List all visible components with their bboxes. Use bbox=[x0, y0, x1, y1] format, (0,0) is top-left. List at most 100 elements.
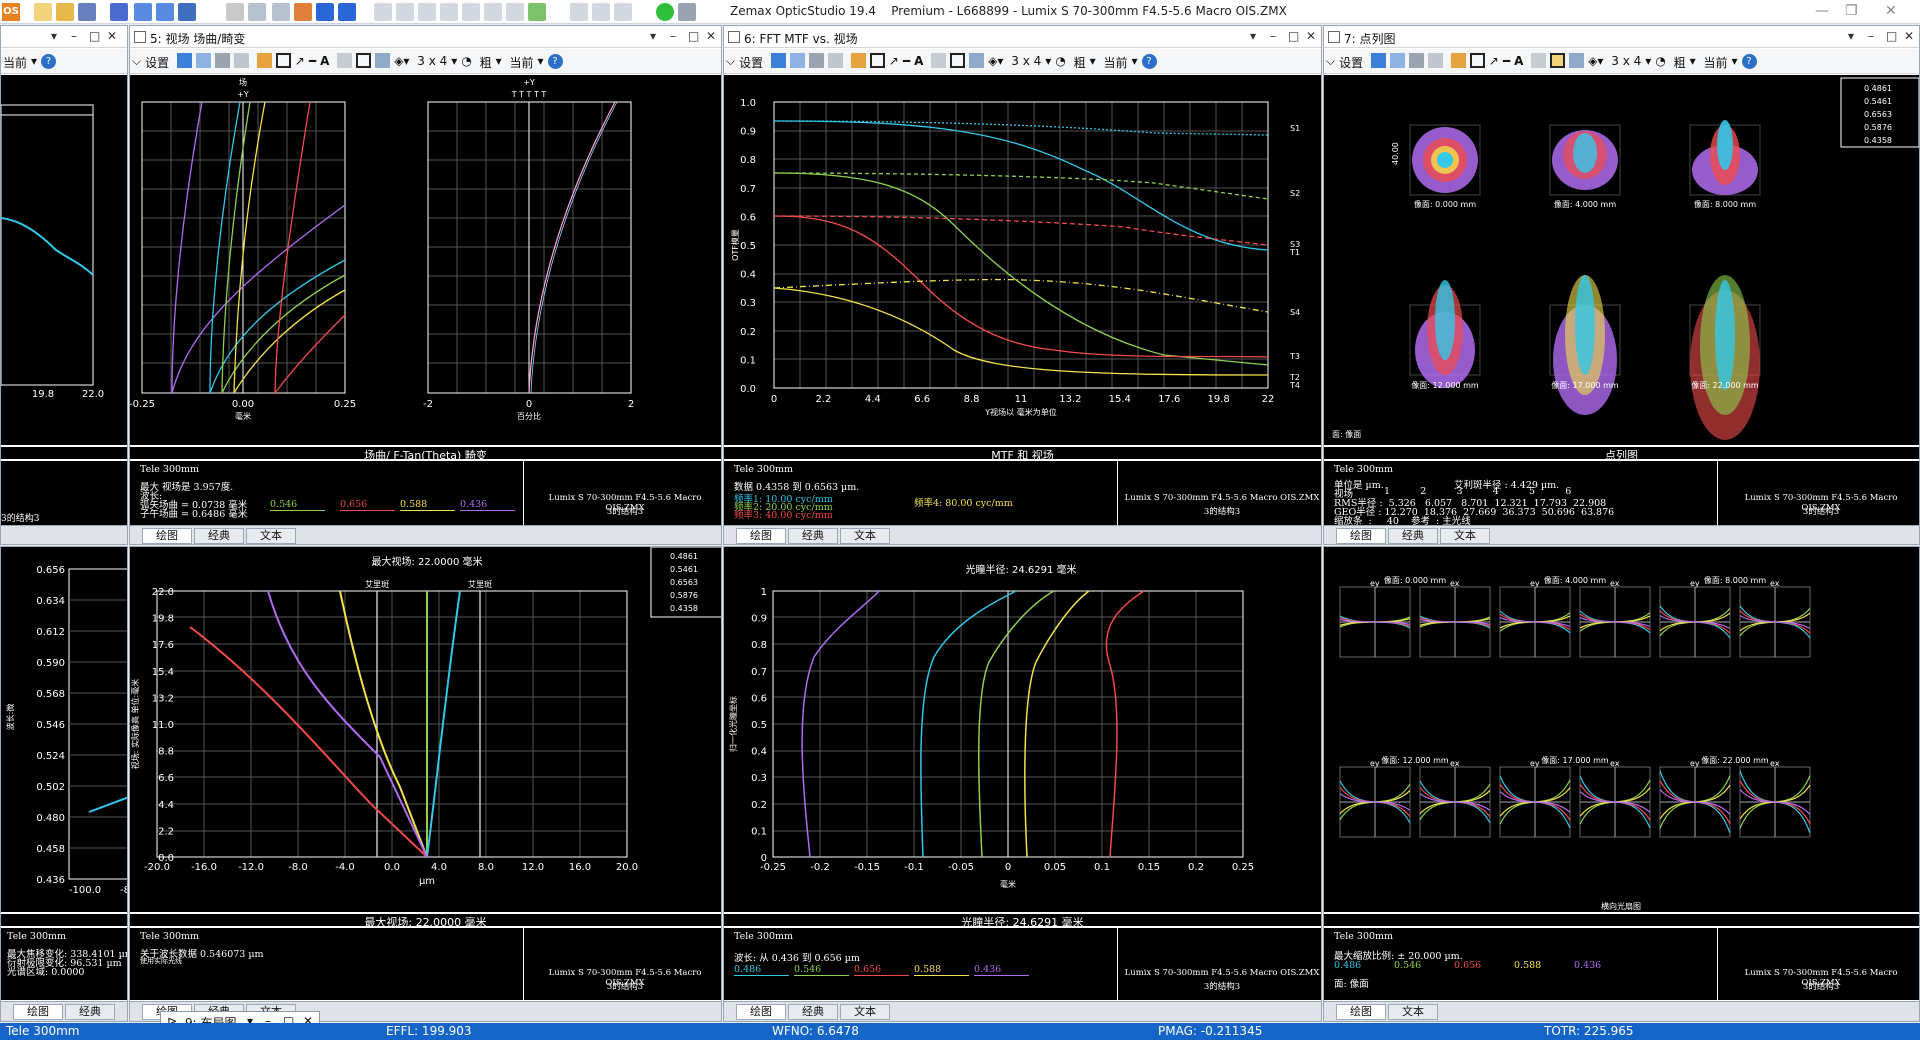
line-icon[interactable]: ━ bbox=[903, 54, 910, 68]
layers-icon[interactable]: ◈▾ bbox=[1588, 54, 1603, 68]
grid-icon[interactable] bbox=[950, 53, 966, 68]
current-button[interactable]: 当前 bbox=[1704, 54, 1728, 71]
print-icon[interactable] bbox=[827, 53, 843, 68]
layers-icon[interactable]: ◈▾ bbox=[394, 54, 409, 68]
current-button[interactable]: 当前 bbox=[510, 54, 534, 71]
grid-size-button[interactable]: 3 x 4 bbox=[1011, 54, 1041, 68]
coarse-button[interactable]: 粗 bbox=[1074, 54, 1086, 71]
dropdown-icon[interactable]: ▾ bbox=[51, 29, 57, 43]
lock-icon[interactable] bbox=[1531, 53, 1547, 68]
chevron-down-icon[interactable]: ▾ bbox=[1645, 54, 1651, 68]
help-icon[interactable]: ? bbox=[41, 54, 57, 69]
minimize-pane-icon[interactable]: – bbox=[1270, 29, 1276, 43]
page-icon[interactable] bbox=[248, 3, 266, 21]
print-icon[interactable] bbox=[226, 3, 244, 21]
layers-icon[interactable]: ◈▾ bbox=[988, 54, 1003, 68]
close-icon[interactable]: ✕ bbox=[1885, 3, 1897, 19]
run-icon[interactable] bbox=[656, 3, 674, 21]
forward-arrow-icon[interactable] bbox=[338, 3, 356, 21]
tolerance-icon[interactable] bbox=[592, 3, 610, 21]
lock-icon[interactable] bbox=[931, 53, 947, 68]
rectangle-icon[interactable] bbox=[869, 53, 885, 68]
export-icon[interactable] bbox=[214, 53, 230, 68]
current-button[interactable]: 当前 bbox=[1104, 54, 1128, 71]
rectangle-icon[interactable] bbox=[275, 53, 291, 68]
text-icon[interactable]: A bbox=[1514, 54, 1523, 68]
grid-size-button[interactable]: 3 x 4 bbox=[1611, 54, 1641, 68]
settings-button[interactable]: 设置 bbox=[1339, 54, 1363, 71]
layout-icon[interactable] bbox=[374, 3, 392, 21]
optimize-icon[interactable] bbox=[570, 3, 588, 21]
spot-icon[interactable] bbox=[462, 3, 480, 21]
chevron-down-icon[interactable]: ▾ bbox=[1090, 54, 1096, 68]
close-pane-icon[interactable]: ✕ bbox=[1306, 29, 1316, 43]
copy-icon[interactable] bbox=[1389, 53, 1405, 68]
grid-icon[interactable] bbox=[1550, 53, 1566, 68]
line-icon[interactable]: ━ bbox=[309, 54, 316, 68]
windows-icon[interactable] bbox=[969, 53, 985, 68]
help-icon[interactable]: ? bbox=[1141, 54, 1157, 69]
dropdown-icon[interactable]: ▾ bbox=[1848, 29, 1854, 43]
current-button[interactable]: 当前 bbox=[3, 54, 27, 71]
restore-pane-icon[interactable]: □ bbox=[1288, 29, 1299, 43]
settings-icon[interactable] bbox=[272, 3, 290, 21]
close-pane-icon[interactable]: ✕ bbox=[1904, 29, 1914, 43]
minimize-pane-icon[interactable]: – bbox=[71, 29, 77, 43]
coarse-button[interactable]: 粗 bbox=[1674, 54, 1686, 71]
rectangle-icon[interactable] bbox=[1469, 53, 1485, 68]
chevron-down-icon[interactable]: ⌵ bbox=[726, 54, 735, 69]
windows-icon[interactable] bbox=[1569, 53, 1585, 68]
shaded-model-icon[interactable] bbox=[396, 3, 414, 21]
help-icon[interactable]: ? bbox=[547, 54, 563, 69]
print-icon[interactable] bbox=[1427, 53, 1443, 68]
chevron-down-icon[interactable]: ▾ bbox=[496, 54, 502, 68]
clock-icon[interactable]: ◔ bbox=[1055, 54, 1065, 68]
windows-icon[interactable] bbox=[375, 53, 391, 68]
pencil-icon[interactable] bbox=[1450, 53, 1466, 68]
dropdown-icon[interactable]: ▾ bbox=[1250, 29, 1256, 43]
tab-classic[interactable]: 经典 bbox=[788, 1004, 838, 1020]
export-icon[interactable] bbox=[1408, 53, 1424, 68]
settings-button[interactable]: 设置 bbox=[145, 54, 169, 71]
copy-icon[interactable] bbox=[195, 53, 211, 68]
line-icon[interactable]: ━ bbox=[1503, 54, 1510, 68]
chevron-down-icon[interactable]: ▾ bbox=[31, 54, 37, 68]
chevron-down-icon[interactable]: ▾ bbox=[1132, 54, 1138, 68]
tab-plot[interactable]: 绘图 bbox=[13, 1004, 63, 1020]
tab-classic[interactable]: 经典 bbox=[788, 528, 838, 544]
maximize-icon[interactable]: ❐ bbox=[1845, 3, 1858, 19]
grid-size-button[interactable]: 3 x 4 bbox=[417, 54, 447, 68]
back-arrow-icon[interactable] bbox=[316, 3, 334, 21]
refresh-icon[interactable] bbox=[1370, 53, 1386, 68]
stop-icon[interactable] bbox=[678, 3, 696, 21]
dropdown-icon[interactable]: ▾ bbox=[650, 29, 656, 43]
chevron-down-icon[interactable]: ⌵ bbox=[132, 54, 141, 69]
mtf-icon[interactable] bbox=[484, 3, 502, 21]
text-icon[interactable]: A bbox=[320, 54, 329, 68]
print-icon[interactable] bbox=[233, 53, 249, 68]
chevron-down-icon[interactable]: ▾ bbox=[1690, 54, 1696, 68]
grid-icon[interactable] bbox=[356, 53, 372, 68]
close-pane-icon[interactable]: ✕ bbox=[107, 29, 117, 43]
chevron-down-icon[interactable]: ▾ bbox=[451, 54, 457, 68]
minimize-pane-icon[interactable]: – bbox=[1868, 29, 1874, 43]
pencil-icon[interactable] bbox=[256, 53, 272, 68]
new-file-icon[interactable] bbox=[34, 3, 52, 21]
clock-icon[interactable]: ◔ bbox=[1655, 54, 1665, 68]
tab-plot[interactable]: 绘图 bbox=[1336, 1004, 1386, 1020]
save-as-icon[interactable] bbox=[110, 3, 128, 21]
psf-icon[interactable] bbox=[506, 3, 524, 21]
help-icon[interactable]: ? bbox=[1741, 54, 1757, 69]
tab-classic[interactable]: 经典 bbox=[65, 1004, 115, 1020]
copy-icon[interactable] bbox=[178, 3, 196, 21]
chevron-down-icon[interactable]: ▾ bbox=[1045, 54, 1051, 68]
refresh-icon[interactable] bbox=[770, 53, 786, 68]
chevron-down-icon[interactable]: ⌵ bbox=[1326, 54, 1335, 69]
tab-plot[interactable]: 绘图 bbox=[1336, 528, 1386, 544]
tab-text[interactable]: 文本 bbox=[1388, 1004, 1438, 1020]
tab-text[interactable]: 文本 bbox=[840, 528, 890, 544]
tab-text[interactable]: 文本 bbox=[840, 1004, 890, 1020]
arrow-icon[interactable]: ↗ bbox=[889, 54, 899, 68]
chevron-down-icon[interactable]: ▾ bbox=[538, 54, 544, 68]
undo-icon[interactable] bbox=[134, 3, 152, 21]
